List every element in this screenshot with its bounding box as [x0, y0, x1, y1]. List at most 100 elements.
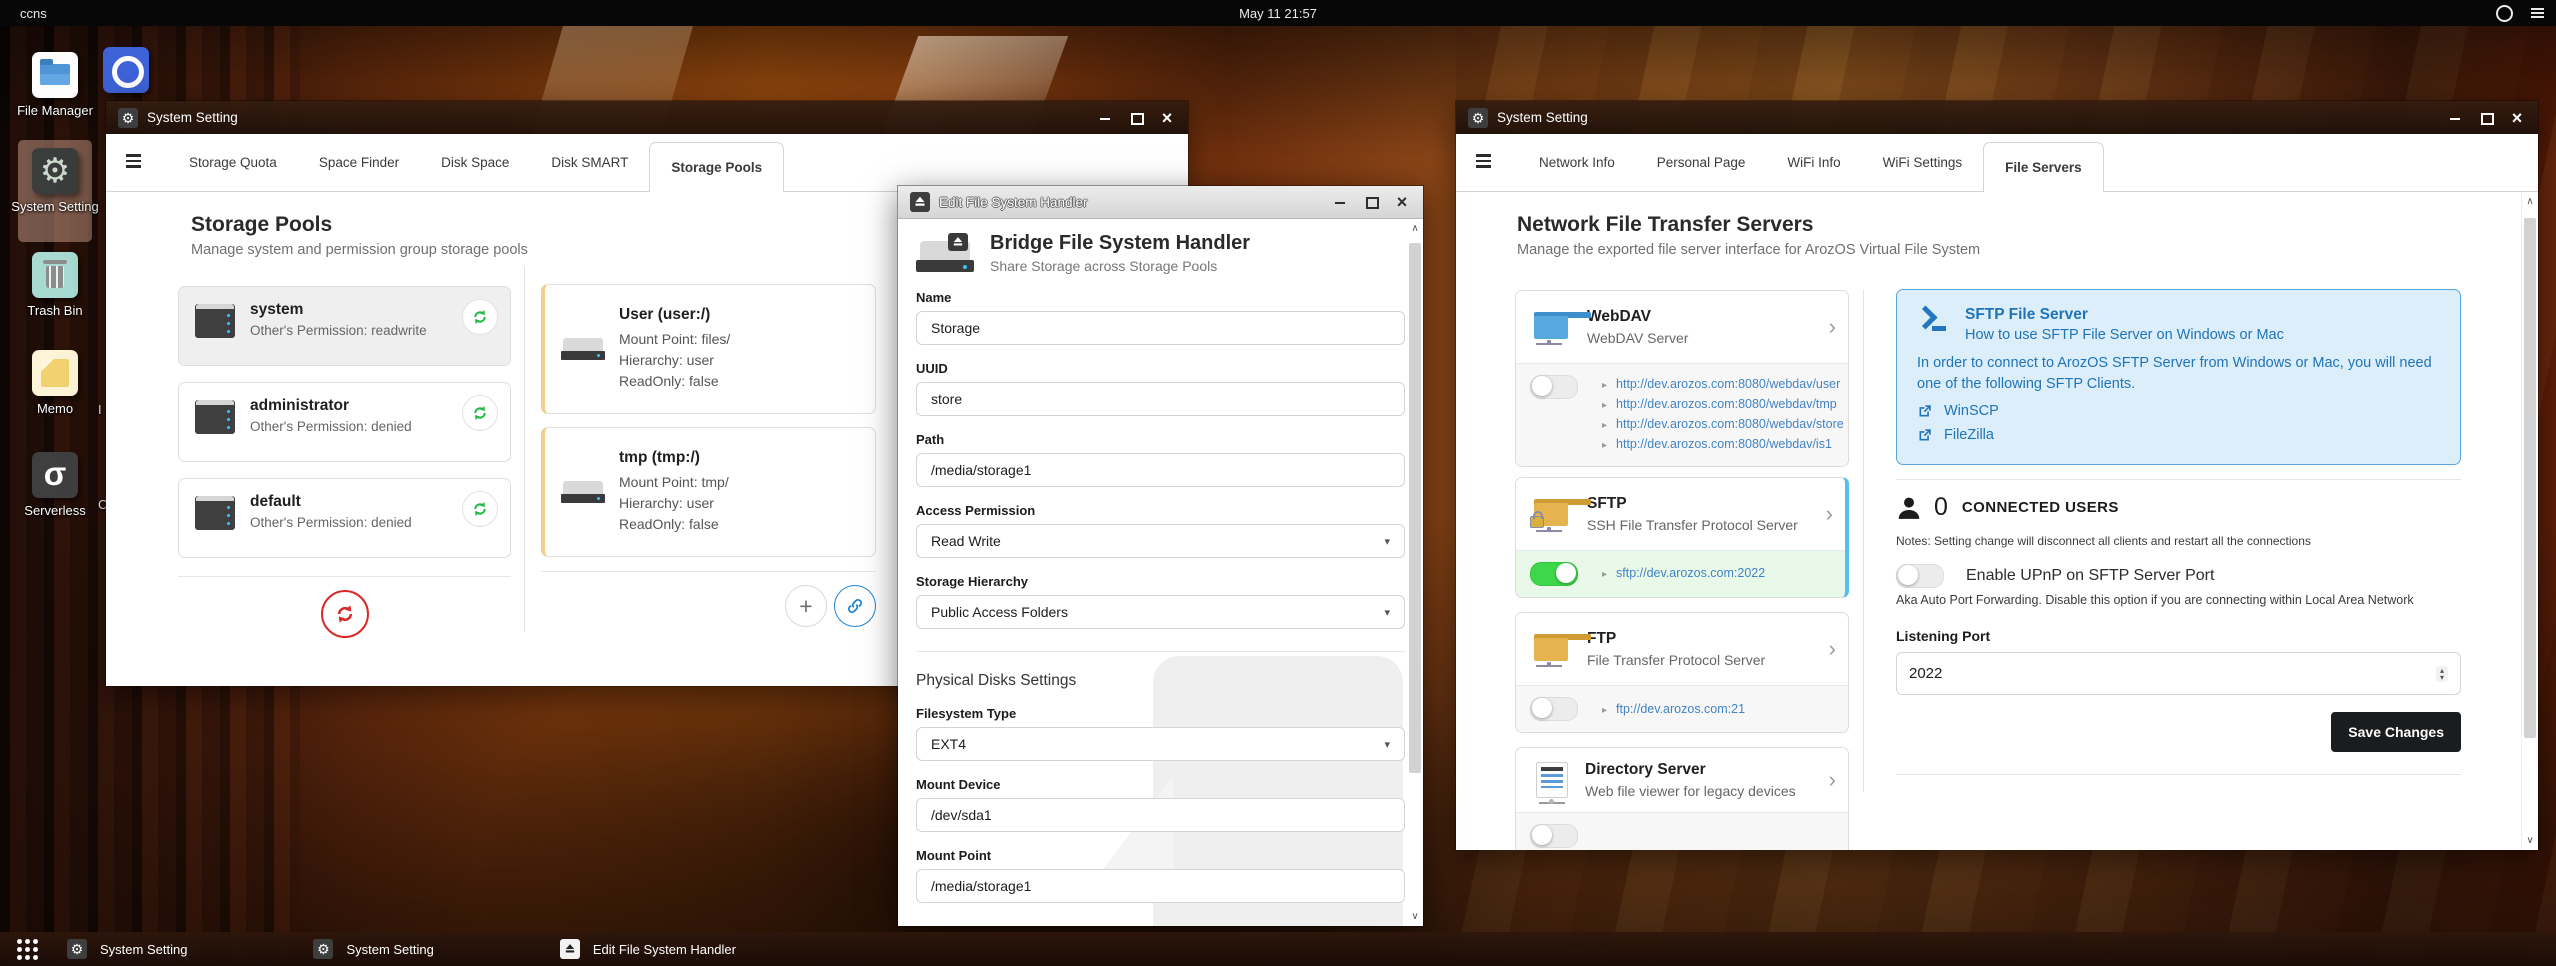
- caret-down-icon: ▾: [1384, 738, 1390, 751]
- tab-storage-pools[interactable]: Storage Pools: [649, 142, 785, 192]
- page-subtitle: Manage the exported file server interfac…: [1517, 242, 1981, 258]
- server-name: Directory Server: [1585, 761, 1706, 778]
- storage-pool-card-default[interactable]: default Other's Permission: denied: [178, 478, 511, 558]
- directory-server-toggle[interactable]: [1530, 824, 1578, 848]
- server-card-directory[interactable]: Directory Server Web file viewer for leg…: [1515, 747, 1849, 850]
- arozos-logo-icon[interactable]: [2496, 4, 2513, 22]
- scroll-up-icon[interactable]: ∧: [2522, 196, 2538, 207]
- chevron-right-icon[interactable]: ›: [1829, 769, 1836, 791]
- server-card-sftp[interactable]: SFTP SSH File Transfer Protocol Server ›…: [1515, 477, 1849, 598]
- scrollbar[interactable]: ∧ ∨: [2521, 192, 2538, 850]
- mount-point-input[interactable]: /media/storage1: [916, 869, 1405, 903]
- add-handler-button[interactable]: +: [785, 585, 827, 627]
- path-input[interactable]: /media/storage1: [916, 453, 1405, 487]
- desktop-icon-memo[interactable]: Memo: [9, 350, 101, 416]
- mount-device-input[interactable]: /dev/sda1: [916, 798, 1405, 832]
- client-label: WinSCP: [1944, 403, 1999, 419]
- chevron-right-icon[interactable]: ›: [1826, 503, 1833, 525]
- pool-refresh-button[interactable]: [462, 299, 498, 335]
- tab-wifi-info[interactable]: WiFi Info: [1766, 134, 1861, 191]
- maximize-button[interactable]: [1364, 195, 1379, 209]
- desktop-icon-system-setting[interactable]: ⚙ System Setting: [9, 148, 101, 214]
- fs-handler-card-tmp[interactable]: tmp (tmp:/) Mount Point: tmp/ Hierarchy:…: [541, 427, 876, 557]
- save-changes-button[interactable]: Save Changes: [2331, 712, 2461, 752]
- maximize-button[interactable]: [1129, 111, 1144, 125]
- maximize-button[interactable]: [2479, 111, 2494, 125]
- taskbar-item-system-setting-1[interactable]: ⚙ System Setting: [53, 932, 201, 966]
- storage-hierarchy-select[interactable]: Public Access Folders ▾: [916, 595, 1405, 629]
- server-desc: Web file viewer for legacy devices: [1585, 783, 1796, 799]
- titlebar[interactable]: ⚙ System Setting ×: [106, 101, 1188, 134]
- name-input[interactable]: Storage: [916, 311, 1405, 345]
- number-spinner[interactable]: ▴ ▾: [2435, 665, 2448, 682]
- divider: [1896, 774, 2461, 775]
- client-link-filezilla[interactable]: FileZilla: [1917, 427, 2440, 443]
- tab-personal-page[interactable]: Personal Page: [1636, 134, 1767, 191]
- filesystem-type-select[interactable]: EXT4 ▾: [916, 727, 1405, 761]
- fs-handler-card-user[interactable]: User (user:/) Mount Point: files/ Hierar…: [541, 284, 876, 414]
- close-button[interactable]: ×: [1160, 109, 1174, 127]
- webdav-url-link[interactable]: http://dev.arozos.com:8080/webdav/store: [1616, 415, 1844, 434]
- tab-space-finder[interactable]: Space Finder: [298, 134, 420, 191]
- link-handler-button[interactable]: [834, 585, 876, 627]
- server-card-webdav[interactable]: WebDAV WebDAV Server › ▸ http://dev.arozo…: [1515, 290, 1849, 467]
- sidebar-menu-icon[interactable]: [1476, 154, 1491, 168]
- chevron-right-icon[interactable]: ›: [1829, 316, 1836, 338]
- webdav-toggle[interactable]: [1530, 375, 1578, 399]
- tab-disk-space[interactable]: Disk Space: [420, 134, 530, 191]
- tab-disk-smart[interactable]: Disk SMART: [530, 134, 649, 191]
- ftp-toggle[interactable]: [1530, 697, 1578, 721]
- tab-file-servers[interactable]: File Servers: [1983, 142, 2104, 192]
- minimize-button[interactable]: [1098, 111, 1112, 125]
- chevron-right-icon[interactable]: ›: [1829, 638, 1836, 660]
- sftp-url-link[interactable]: sftp://dev.arozos.com:2022: [1616, 564, 1765, 583]
- scrollbar-thumb[interactable]: [2524, 218, 2536, 738]
- tab-wifi-settings[interactable]: WiFi Settings: [1862, 134, 1984, 191]
- desktop-icon-music[interactable]: ♪: [80, 47, 172, 93]
- storage-pool-card-system[interactable]: system Other's Permission: readwrite: [178, 286, 511, 366]
- client-link-winscp[interactable]: WinSCP: [1917, 403, 2440, 419]
- scrollbar-thumb[interactable]: [1409, 243, 1421, 773]
- menubar-menu-icon[interactable]: [2531, 8, 2544, 18]
- server-card-ftp[interactable]: FTP File Transfer Protocol Server › ▸ ftp…: [1515, 612, 1849, 733]
- sftp-toggle[interactable]: [1530, 562, 1578, 586]
- scrollbar[interactable]: ∧ ∨: [1407, 219, 1423, 926]
- scroll-down-icon[interactable]: ∨: [2522, 835, 2538, 846]
- notes-text: Notes: Setting change will disconnect al…: [1896, 534, 2311, 548]
- titlebar[interactable]: Edit File System Handler ×: [898, 186, 1423, 219]
- pool-refresh-button[interactable]: [462, 395, 498, 431]
- storage-pool-card-administrator[interactable]: administrator Other's Permission: denied: [178, 382, 511, 462]
- desktop-icon-serverless[interactable]: σ Serverless: [9, 452, 101, 518]
- tab-storage-quota[interactable]: Storage Quota: [168, 134, 298, 191]
- pool-refresh-button[interactable]: [462, 491, 498, 527]
- memo-icon: [32, 350, 78, 396]
- app-grid-icon[interactable]: [17, 938, 38, 960]
- webdav-url-link[interactable]: http://dev.arozos.com:8080/webdav/tmp: [1616, 395, 1837, 414]
- listening-port-input[interactable]: 2022 ▴ ▾: [1896, 652, 2461, 695]
- desktop-icon-trash-bin[interactable]: Trash Bin: [9, 252, 101, 318]
- ftp-folder-icon: [1534, 634, 1591, 667]
- uuid-input[interactable]: store: [916, 382, 1405, 416]
- music-note-icon: ♪: [134, 69, 144, 88]
- minimize-button[interactable]: [2448, 111, 2462, 125]
- spinner-down-icon[interactable]: ▾: [2440, 673, 2444, 681]
- close-button[interactable]: ×: [2510, 109, 2524, 127]
- webdav-url-link[interactable]: http://dev.arozos.com:8080/webdav/user: [1616, 375, 1840, 394]
- desktop-icon-label: Memo: [36, 401, 74, 416]
- reload-pools-button[interactable]: [320, 590, 369, 638]
- tab-network-info[interactable]: Network Info: [1518, 134, 1636, 191]
- access-permission-select[interactable]: Read Write ▾: [916, 524, 1405, 558]
- titlebar[interactable]: ⚙ System Setting ×: [1456, 101, 2538, 134]
- close-button[interactable]: ×: [1395, 193, 1409, 211]
- name-value: Storage: [931, 320, 981, 336]
- minimize-button[interactable]: [1333, 195, 1347, 209]
- scroll-down-icon[interactable]: ∨: [1407, 911, 1423, 922]
- taskbar-item-system-setting-2[interactable]: ⚙ System Setting: [299, 932, 447, 966]
- webdav-url-link[interactable]: http://dev.arozos.com:8080/webdav/is1: [1616, 435, 1832, 454]
- scroll-up-icon[interactable]: ∧: [1407, 223, 1423, 234]
- sftp-folder-lock-icon: [1530, 499, 1591, 532]
- taskbar-item-edit-fs-handler[interactable]: Edit File System Handler: [546, 932, 750, 966]
- upnp-toggle[interactable]: [1896, 564, 1944, 588]
- ftp-url-link[interactable]: ftp://dev.arozos.com:21: [1616, 700, 1745, 719]
- sidebar-menu-icon[interactable]: [126, 154, 141, 168]
